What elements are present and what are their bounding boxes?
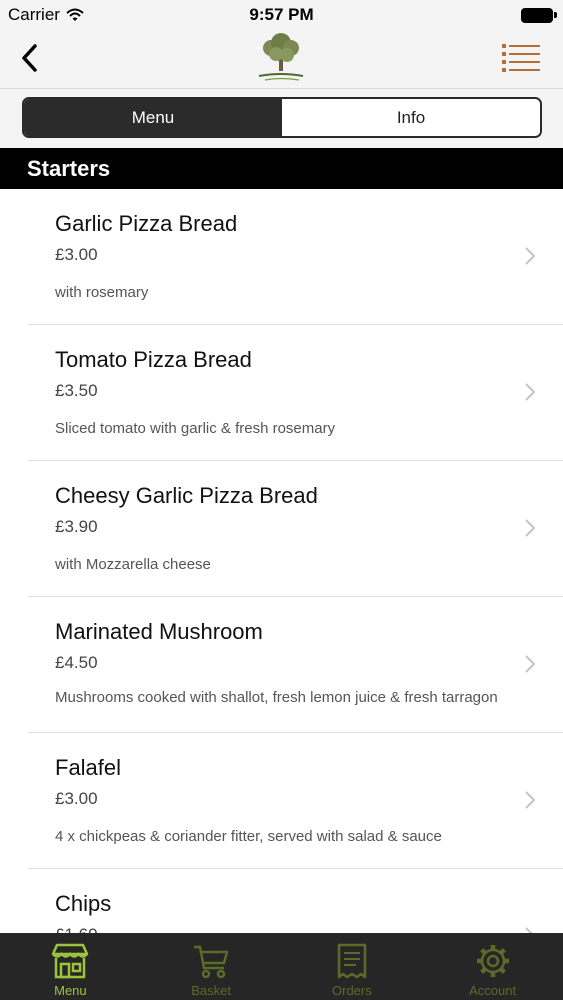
item-price: £3.90	[55, 517, 98, 536]
tab-orders-label: Orders	[332, 983, 372, 998]
status-bar: Carrier 9:57 PM	[0, 0, 563, 30]
segment-info[interactable]: Info	[282, 99, 540, 136]
item-description: Sliced tomato with garlic & fresh rosema…	[55, 420, 336, 437]
tab-basket-label: Basket	[191, 983, 231, 998]
menu-list: Garlic Pizza Bread £3.00 with rosemary T…	[0, 189, 563, 933]
chevron-right-icon	[525, 383, 536, 401]
menu-item[interactable]: Garlic Pizza Bread £3.00 with rosemary	[0, 189, 563, 325]
chevron-right-icon	[525, 791, 536, 809]
list-menu-icon[interactable]	[501, 42, 541, 74]
tab-bar: Menu Basket Orders Account	[0, 933, 563, 1000]
item-price: £3.00	[55, 789, 98, 808]
item-name: Cheesy Garlic Pizza Bread	[55, 483, 318, 508]
battery-icon	[521, 8, 553, 23]
chevron-right-icon	[525, 655, 536, 673]
cart-icon	[194, 945, 229, 979]
chevron-left-icon	[22, 44, 37, 72]
navigation-bar	[0, 30, 563, 88]
menu-info-segmented-control: Menu Info	[22, 97, 542, 138]
receipt-icon	[337, 943, 367, 979]
item-name: Garlic Pizza Bread	[55, 211, 238, 236]
menu-item[interactable]: Chips £1.60	[0, 869, 563, 933]
item-description: Mushrooms cooked with shallot, fresh lem…	[55, 689, 498, 706]
back-button[interactable]	[12, 40, 46, 76]
item-name: Tomato Pizza Bread	[55, 347, 252, 372]
item-name: Marinated Mushroom	[55, 619, 263, 644]
tab-basket[interactable]: Basket	[141, 933, 282, 1000]
item-description: with Mozzarella cheese	[55, 556, 211, 573]
menu-item[interactable]: Tomato Pizza Bread £3.50 Sliced tomato w…	[0, 325, 563, 461]
status-time: 9:57 PM	[249, 5, 314, 24]
item-price: £3.00	[55, 245, 98, 264]
item-name: Falafel	[55, 755, 122, 780]
chevron-right-icon	[525, 519, 536, 537]
olive-tree-logo	[258, 33, 304, 81]
tab-account[interactable]: Account	[422, 933, 563, 1000]
item-price: £4.50	[55, 653, 98, 672]
item-description: 4 x chickpeas & coriander fitter, served…	[55, 828, 442, 845]
battery-tip	[554, 12, 557, 18]
menu-item[interactable]: Cheesy Garlic Pizza Bread £3.90 with Moz…	[0, 461, 563, 597]
menu-item[interactable]: Falafel £3.00 4 x chickpeas & coriander …	[0, 733, 563, 869]
storefront-icon	[52, 943, 89, 979]
tab-menu-label: Menu	[54, 983, 87, 998]
item-price: £3.50	[55, 381, 98, 400]
tab-account-label: Account	[469, 983, 517, 998]
item-name: Chips	[55, 891, 112, 916]
segment-menu[interactable]: Menu	[24, 99, 282, 136]
gear-icon	[476, 945, 509, 977]
segment-bar: Menu Info	[0, 88, 563, 148]
chevron-right-icon	[525, 247, 536, 265]
tab-menu[interactable]: Menu	[0, 933, 141, 1000]
chevron-right-icon	[525, 927, 533, 933]
tab-orders[interactable]: Orders	[282, 933, 423, 1000]
item-price: £1.60	[55, 925, 98, 933]
item-description: with rosemary	[55, 284, 149, 301]
section-header: Starters	[0, 148, 563, 189]
menu-item[interactable]: Marinated Mushroom £4.50 Mushrooms cooke…	[0, 597, 563, 733]
